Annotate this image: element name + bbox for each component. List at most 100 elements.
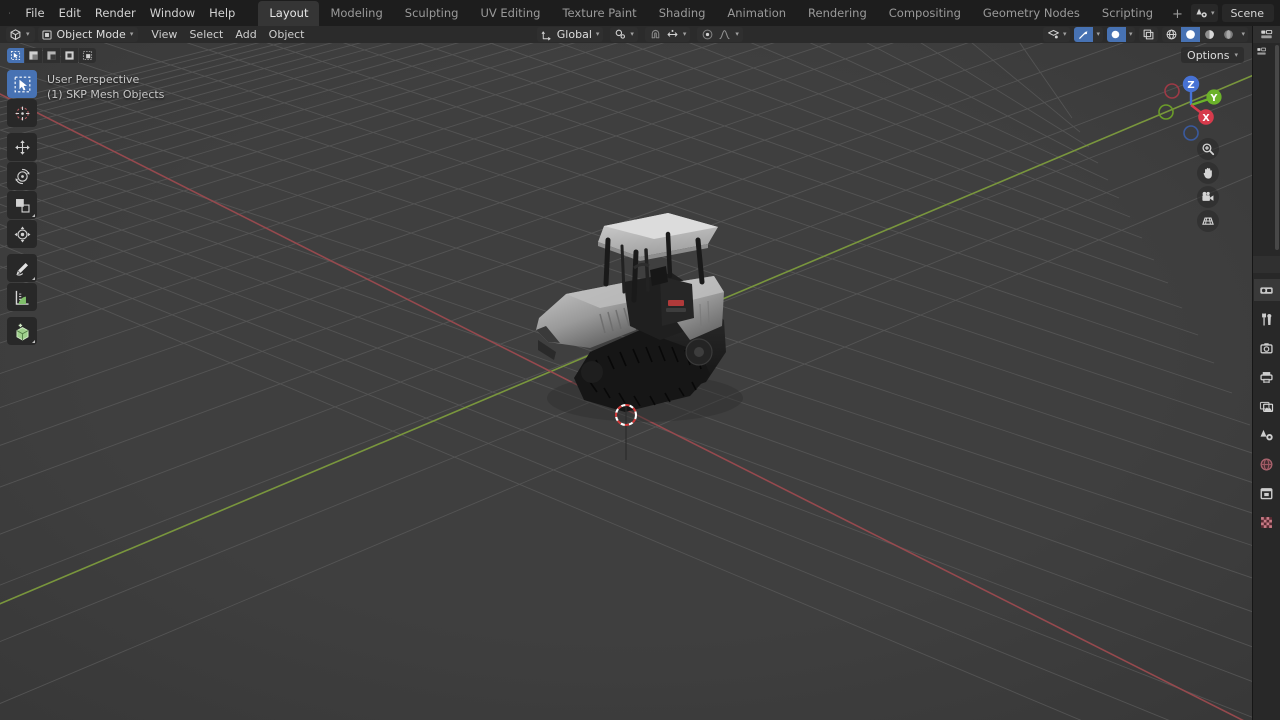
select-difference-icon: [65, 51, 74, 60]
navigation-gizmo[interactable]: Z Y X: [1152, 66, 1230, 144]
gizmo-options-dropdown[interactable]: ▾: [1093, 27, 1103, 42]
select-intersect-button[interactable]: [79, 48, 96, 63]
properties-editor[interactable]: [1252, 256, 1280, 720]
select-extend-icon: [29, 51, 38, 60]
blender-logo-icon[interactable]: [9, 5, 11, 21]
object-mode-icon: [41, 29, 52, 40]
editor-type-outliner-icon[interactable]: [1260, 28, 1273, 41]
snap-magnet-icon: [651, 29, 660, 39]
move-icon: [14, 139, 30, 155]
tab-scene[interactable]: [1254, 424, 1280, 446]
viewport-menu-object[interactable]: Object: [263, 27, 311, 42]
scene-data-icon: [1196, 8, 1207, 17]
zoom-view-button[interactable]: [1197, 138, 1219, 160]
shading-solid-icon: [1186, 30, 1196, 39]
mode-label: Object Mode: [56, 28, 126, 41]
toggle-perspective-orthographic-button[interactable]: [1197, 210, 1219, 232]
tab-texture[interactable]: [1254, 511, 1280, 533]
tab-tool[interactable]: [1254, 308, 1280, 330]
shading-solid-button[interactable]: [1181, 27, 1201, 42]
cursor-icon: [15, 106, 29, 120]
shading-rendered-button[interactable]: [1219, 27, 1238, 42]
tab-object[interactable]: [1254, 482, 1280, 504]
tab-world[interactable]: [1254, 453, 1280, 475]
scale-tool[interactable]: [7, 191, 37, 219]
tab-sculpting[interactable]: Sculpting: [394, 1, 470, 26]
overlays-toggle-group[interactable]: ▾: [1106, 27, 1136, 42]
display-mode-icon[interactable]: [1256, 46, 1267, 57]
overlays-toggle-button[interactable]: [1106, 27, 1126, 42]
menu-edit[interactable]: Edit: [52, 3, 88, 23]
viewport-options-button[interactable]: Options ▾: [1181, 47, 1244, 63]
tab-shading[interactable]: Shading: [648, 1, 717, 26]
tool-expand-corner: [32, 340, 35, 343]
shading-material-preview-button[interactable]: [1200, 27, 1219, 42]
viewport-menu-add[interactable]: Add: [229, 27, 262, 42]
outliner-scrollbar[interactable]: [1275, 45, 1279, 250]
shading-options-dropdown[interactable]: ▾: [1238, 27, 1248, 42]
snapping-group[interactable]: ▾: [644, 27, 691, 42]
tab-modeling[interactable]: Modeling: [319, 1, 393, 26]
select-subtract-button[interactable]: [43, 48, 60, 63]
select-extend-button[interactable]: [25, 48, 42, 63]
menu-render[interactable]: Render: [88, 3, 143, 23]
interaction-mode-selector[interactable]: Object Mode ▾: [37, 27, 139, 42]
tab-editor-type-properties[interactable]: [1253, 279, 1280, 301]
transform-tool[interactable]: [7, 220, 37, 248]
tab-layout[interactable]: Layout: [258, 1, 320, 26]
outliner-editor[interactable]: [1252, 26, 1280, 256]
outliner-tree[interactable]: [1253, 43, 1280, 256]
tab-geometry-nodes[interactable]: Geometry Nodes: [972, 1, 1091, 26]
shading-wireframe-button[interactable]: [1162, 27, 1181, 42]
gizmo-toggle-group[interactable]: ▾: [1074, 27, 1103, 42]
tweak-select-box-tool[interactable]: [7, 70, 37, 98]
proportional-editing-group[interactable]: ▾: [697, 27, 743, 42]
viewport-header: ▾ Object Mode ▾ View Select Add Object G…: [0, 26, 1252, 43]
viewport-menu-select[interactable]: Select: [183, 27, 229, 42]
tab-uv-editing[interactable]: UV Editing: [469, 1, 551, 26]
rotate-tool[interactable]: [7, 162, 37, 190]
menu-file[interactable]: File: [18, 3, 51, 23]
add-cube-tool[interactable]: [7, 317, 37, 345]
object-types-visibility-selector[interactable]: ▾: [1042, 27, 1071, 42]
scene-datablock-selector[interactable]: ▾: [1190, 4, 1219, 22]
measure-tool[interactable]: [7, 283, 37, 311]
annotate-tool[interactable]: [7, 254, 37, 282]
3d-viewport[interactable]: User Perspective (1) SKP Mesh Objects Op…: [0, 43, 1252, 720]
menu-help[interactable]: Help: [202, 3, 242, 23]
pivot-point-selector[interactable]: ▾: [610, 27, 638, 42]
editor-type-selector[interactable]: ▾: [6, 27, 35, 42]
rotate-icon: [14, 168, 30, 184]
tab-scripting[interactable]: Scripting: [1091, 1, 1164, 26]
tab-output[interactable]: [1254, 366, 1280, 388]
tab-animation[interactable]: Animation: [716, 1, 797, 26]
rops-post-fl: [603, 237, 611, 287]
pan-view-icon: [1203, 167, 1212, 179]
overlays-options-dropdown[interactable]: ▾: [1126, 27, 1136, 42]
move-tool[interactable]: [7, 133, 37, 161]
tab-rendering[interactable]: Rendering: [797, 1, 878, 26]
add-workspace-button[interactable]: +: [1164, 3, 1191, 26]
viewport-toolbar: [7, 70, 37, 345]
toggle-xray-button[interactable]: [1139, 27, 1159, 42]
pan-view-button[interactable]: [1197, 162, 1219, 184]
scene-name-field[interactable]: Scene: [1222, 4, 1274, 22]
pivot-point-icon: [616, 29, 626, 39]
viewport-menu-view[interactable]: View: [145, 27, 183, 42]
select-difference-button[interactable]: [61, 48, 78, 63]
gizmo-toggle-button[interactable]: [1074, 27, 1094, 42]
tab-texture-paint[interactable]: Texture Paint: [551, 1, 647, 26]
tab-compositing[interactable]: Compositing: [878, 1, 972, 26]
cursor-tool[interactable]: [7, 99, 37, 127]
transform-orientation-selector[interactable]: Global ▾: [536, 27, 604, 42]
menu-window[interactable]: Window: [143, 3, 202, 23]
tab-render[interactable]: [1254, 337, 1280, 359]
select-set-button[interactable]: [7, 48, 24, 63]
shading-mode-group[interactable]: ▾: [1162, 27, 1248, 42]
camera-view-button[interactable]: [1197, 186, 1219, 208]
topbar-right-group: ▾ Scene: [1190, 0, 1280, 26]
viewport-scene-render[interactable]: [0, 43, 1252, 720]
tab-view-layer[interactable]: [1254, 395, 1280, 417]
properties-header: [1253, 256, 1280, 273]
orientation-label: Global: [556, 28, 592, 41]
